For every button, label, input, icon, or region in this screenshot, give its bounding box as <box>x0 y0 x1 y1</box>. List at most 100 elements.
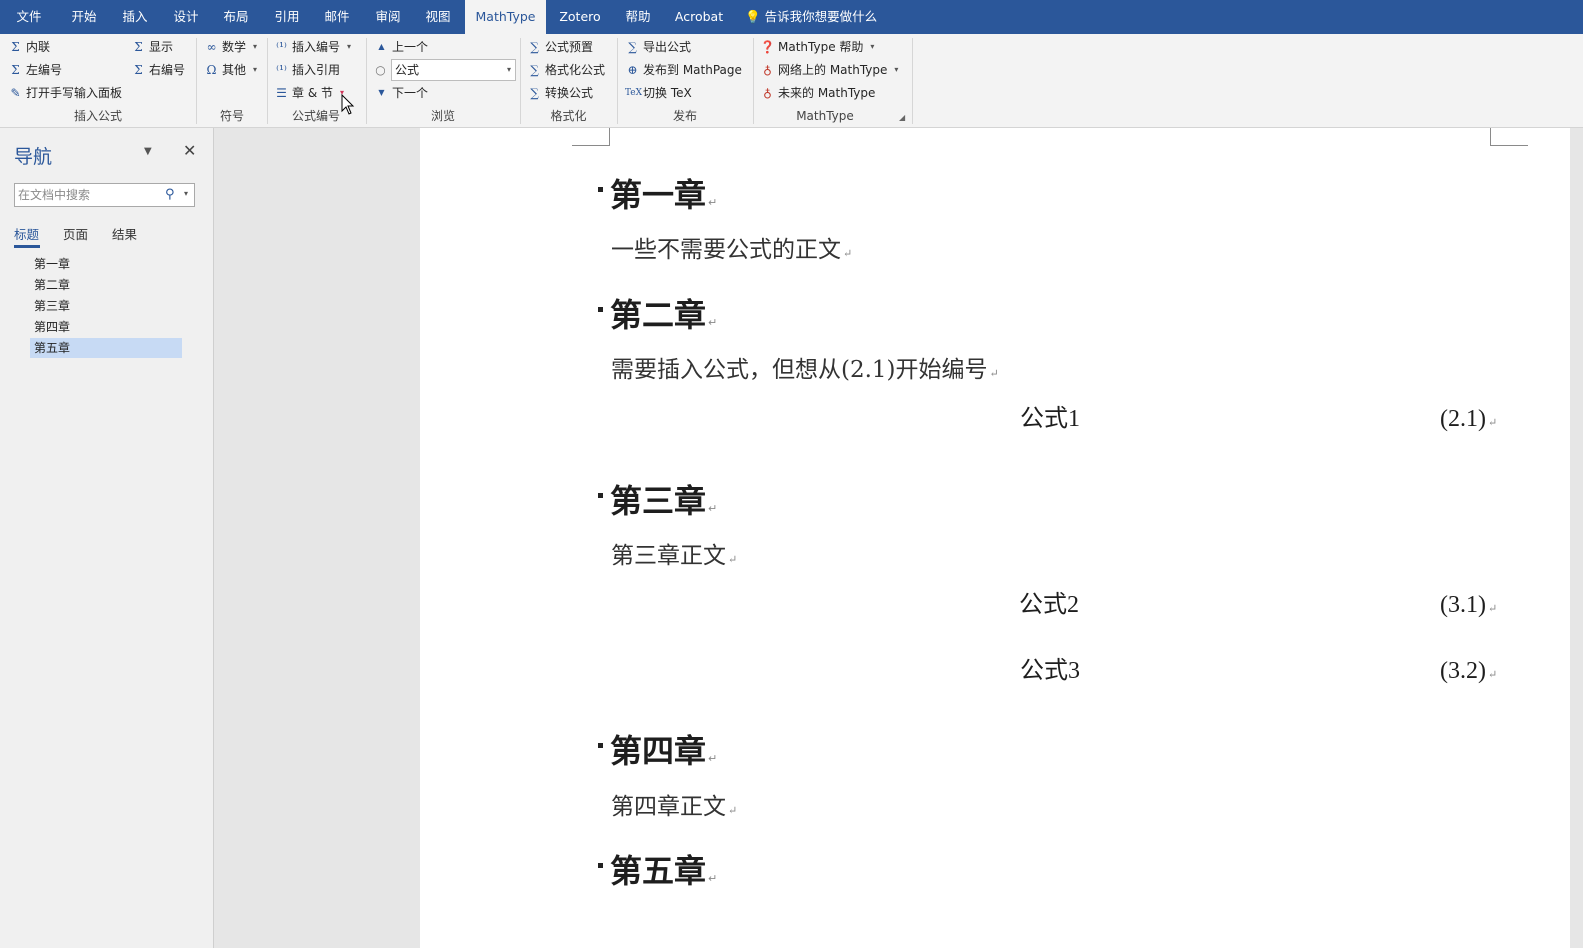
nav-heading-item[interactable]: 第四章 <box>30 317 182 337</box>
tab-review[interactable]: 审阅 <box>366 0 410 34</box>
handwriting-panel-button[interactable]: ✎ 打开手写输入面板 <box>8 83 122 103</box>
nav-heading-item[interactable]: 第一章 <box>30 254 182 274</box>
body-paragraph: 一些不需要公式的正文 ↵ <box>611 235 852 269</box>
chevron-down-icon: ▾ <box>506 65 511 74</box>
circle-icon: ○ <box>375 63 386 77</box>
tell-me-label: 告诉我你想要做什么 <box>764 9 878 24</box>
heading-bullet <box>598 187 603 192</box>
sigma-icon: Σ <box>134 40 143 54</box>
crop-mark <box>609 128 610 146</box>
tab-design[interactable]: 设计 <box>164 0 208 34</box>
insert-number-button[interactable]: ⁽¹⁾ 插入编号 ▾ <box>274 37 351 57</box>
mouse-cursor-icon <box>341 94 355 115</box>
convert-equations-button[interactable]: ∑ 转换公式 <box>527 83 593 103</box>
math-symbols-label: 数学 <box>222 40 247 54</box>
heading-bullet <box>598 863 603 868</box>
nav-heading-item-selected[interactable]: 第五章 <box>30 338 182 358</box>
tab-layout[interactable]: 布局 <box>214 0 258 34</box>
tab-zotero[interactable]: Zotero <box>553 0 607 34</box>
close-icon[interactable]: ✕ <box>183 141 196 160</box>
equation[interactable]: 公式2 <box>1019 590 1079 620</box>
toggle-tex-button[interactable]: TeX 切换 TeX <box>625 83 692 103</box>
export-icon: ∑ <box>628 40 637 54</box>
crop-mark <box>1490 145 1528 146</box>
chevron-down-icon: ▾ <box>870 42 875 51</box>
insert-reference-button[interactable]: ⁽¹⁾ 插入引用 <box>274 60 340 80</box>
previous-button[interactable]: ▲ 上一个 <box>374 37 428 57</box>
paragraph-mark: ↵ <box>728 553 738 566</box>
group-label-browse: 浏览 <box>430 109 455 123</box>
math-symbols-dropdown[interactable]: ∞ 数学 ▾ <box>204 37 258 57</box>
body-paragraph: 第三章正文 ↵ <box>611 541 737 575</box>
dialog-launcher-icon[interactable]: ◢ <box>899 108 905 128</box>
chapter-heading: 第一章 ↵ <box>610 175 717 223</box>
crop-mark <box>1490 128 1491 146</box>
equation[interactable]: 公式3 <box>1020 656 1080 686</box>
inline-equation-button[interactable]: Σ 内联 <box>8 37 50 57</box>
export-equations-button[interactable]: ∑ 导出公式 <box>625 37 691 57</box>
lightbulb-icon: 💡 <box>745 9 761 24</box>
left-numbered-button[interactable]: Σ 左编号 <box>8 60 62 80</box>
chevron-down-icon[interactable]: ▼ <box>144 146 152 157</box>
nav-tab-headings[interactable]: 标题 <box>14 224 39 243</box>
convert-icon: ∑ <box>530 86 539 100</box>
nav-tab-results[interactable]: 结果 <box>112 224 137 243</box>
tab-home[interactable]: 开始 <box>62 0 106 34</box>
chapter-section-button[interactable]: ☰ 章 & 节 ▾ <box>274 83 344 103</box>
nav-tab-pages[interactable]: 页面 <box>63 224 88 243</box>
omega-icon: Ω <box>206 63 217 77</box>
equation[interactable]: 公式1 <box>1020 404 1080 434</box>
tab-mathtype[interactable]: MathType <box>465 0 546 34</box>
equation-preset-label: 公式预置 <box>545 40 594 54</box>
browse-type-select[interactable]: 公式 ▾ <box>391 59 516 81</box>
mathtype-online-button[interactable]: ♁ 网络上的 MathType ▾ <box>760 60 898 80</box>
previous-label: 上一个 <box>392 40 429 54</box>
tab-insert[interactable]: 插入 <box>113 0 157 34</box>
tab-file[interactable]: 文件 <box>8 0 50 34</box>
paragraph-mark: ↵ <box>728 804 738 817</box>
group-label-symbols: 符号 <box>219 109 244 123</box>
group-separator <box>196 38 197 124</box>
equation-number-icon: ⁽¹⁾ <box>276 40 287 54</box>
publish-mathpage-button[interactable]: ⊕ 发布到 MathPage <box>625 60 741 80</box>
nav-search-input[interactable] <box>15 184 160 206</box>
globe-icon: ⊕ <box>627 63 638 77</box>
nav-heading-item[interactable]: 第二章 <box>30 275 182 295</box>
display-equation-button[interactable]: Σ 显示 <box>131 37 173 57</box>
mathtype-future-label: 未来的 MathType <box>778 86 876 100</box>
tab-view[interactable]: 视图 <box>416 0 460 34</box>
equation-preset-button[interactable]: ∑ 公式预置 <box>527 37 593 57</box>
mathtype-future-button[interactable]: ♁ 未来的 MathType <box>760 83 875 103</box>
preset-icon: ∑ <box>530 40 539 54</box>
document-page[interactable]: 第一章 ↵ 一些不需要公式的正文 ↵ 第二章 ↵ 需要插入公式，但想从(2.1)开始编… <box>420 128 1570 948</box>
right-numbered-button[interactable]: Σ 右编号 <box>131 60 185 80</box>
tab-references[interactable]: 引用 <box>265 0 309 34</box>
paragraph-mark: ↵ <box>1487 669 1498 681</box>
tab-acrobat[interactable]: Acrobat <box>668 0 730 34</box>
mathtype-help-button[interactable]: ❓ MathType 帮助 ▾ <box>760 37 874 57</box>
arrow-up-icon: ▲ <box>378 42 385 51</box>
nav-heading-item[interactable]: 第三章 <box>30 296 182 316</box>
search-icon[interactable]: ⚲ <box>165 187 175 202</box>
group-label-format: 格式化 <box>550 109 587 123</box>
chevron-down-icon[interactable]: ▾ <box>184 189 188 198</box>
vertical-scrollbar[interactable] <box>1570 128 1583 948</box>
paragraph-mark: ↵ <box>708 196 718 209</box>
heading-bullet <box>598 307 603 312</box>
body-paragraph-text: 一些不需要公式的正文 <box>611 237 841 263</box>
next-button[interactable]: ▼ 下一个 <box>374 83 428 103</box>
crop-mark <box>572 145 610 146</box>
sigma-left-icon: Σ <box>11 63 20 77</box>
tab-help[interactable]: 帮助 <box>616 0 660 34</box>
paragraph-mark: ↵ <box>708 752 718 765</box>
equation-number-text: (3.1) <box>1440 592 1486 618</box>
format-equations-button[interactable]: ∑ 格式化公式 <box>527 60 605 80</box>
tab-mailings[interactable]: 邮件 <box>315 0 359 34</box>
insert-reference-label: 插入引用 <box>292 63 341 77</box>
other-symbols-dropdown[interactable]: Ω 其他 ▾ <box>204 60 258 80</box>
infinity-icon: ∞ <box>206 40 217 54</box>
chapter-heading: 第三章 ↵ <box>610 481 717 529</box>
format-equations-label: 格式化公式 <box>545 63 606 77</box>
tell-me-search[interactable]: 💡 告诉我你想要做什么 <box>745 0 880 34</box>
paragraph-mark: ↵ <box>989 367 999 380</box>
